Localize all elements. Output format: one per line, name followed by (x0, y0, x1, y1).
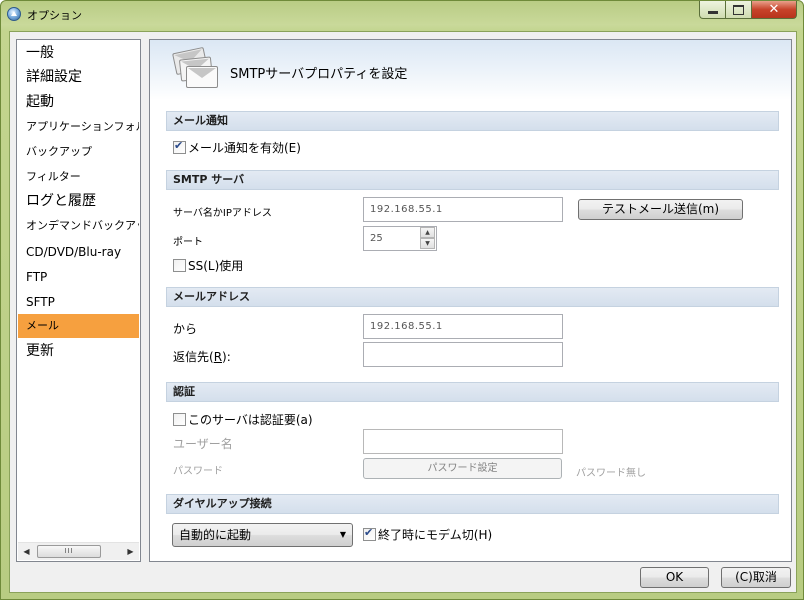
envelopes-icon (172, 46, 218, 88)
username-label: ユーザー名 (173, 437, 233, 451)
section-auth: 認証 (166, 382, 779, 402)
title-bar[interactable]: オプション ✕ (1, 1, 803, 27)
section-smtp-server: SMTP サーバ (166, 170, 779, 190)
password-label: パスワード (173, 466, 223, 477)
horizontal-scrollbar[interactable]: ◀ III ▶ (18, 542, 139, 560)
reply-to-input[interactable] (363, 342, 563, 367)
reply-to-label-post: ): (222, 350, 231, 364)
hangup-on-exit-checkbox[interactable] (363, 526, 376, 541)
maximize-button[interactable] (726, 1, 752, 19)
scroll-right-icon[interactable]: ▶ (122, 543, 139, 560)
spin-down-icon[interactable]: ▼ (420, 238, 435, 249)
from-label: から (173, 322, 198, 336)
port-spinner[interactable]: 25 ▲ ▼ (363, 226, 437, 251)
sidebar-item[interactable]: 詳細設定 (18, 65, 139, 89)
password-status: パスワード無し (576, 468, 646, 479)
username-input[interactable] (363, 429, 563, 454)
minimize-button[interactable] (699, 1, 726, 19)
options-window: オプション ✕ 一般詳細設定起動アプリケーションフォルダバックアップフィルターロ… (0, 0, 804, 600)
reply-to-label-pre: 返信先( (173, 350, 214, 364)
sidebar-item[interactable]: CD/DVD/Blu-ray (18, 240, 139, 264)
cancel-button[interactable]: (C)取消 (721, 567, 791, 588)
section-mail-address: メールアドレス (166, 287, 779, 307)
dialup-mode-value: 自動的に起動 (179, 528, 252, 542)
use-ssl-label[interactable]: SS(L)使用 (188, 257, 243, 274)
sidebar-item[interactable]: ログと履歴 (18, 189, 139, 213)
panel-header: SMTPサーバプロパティを設定 (150, 40, 791, 100)
server-address-input[interactable]: 192.168.55.1 (363, 197, 563, 222)
sidebar-item[interactable]: アプリケーションフォルダ (18, 115, 139, 139)
enable-mail-notify-label[interactable]: メール通知を有効(E) (188, 139, 301, 156)
scroll-left-icon[interactable]: ◀ (18, 543, 35, 560)
reply-to-label: 返信先(R): (173, 348, 231, 365)
dialup-mode-select[interactable]: 自動的に起動 ▼ (172, 523, 353, 547)
section-mail-notify: メール通知 (166, 111, 779, 131)
ok-button[interactable]: OK (640, 567, 709, 588)
reply-to-label-key: R (213, 350, 223, 364)
panel-title: SMTPサーバプロパティを設定 (230, 67, 408, 82)
sidebar-item[interactable]: オンデマンドバックアップ (18, 214, 139, 238)
sidebar-item[interactable]: 起動 (18, 90, 139, 114)
section-dialup: ダイヤルアップ接続 (166, 494, 779, 514)
server-address-label: サーバ名かIPアドレス (173, 208, 272, 219)
mail-settings-panel: SMTPサーバプロパティを設定 メール通知 メール通知を有効(E) SMTP サ… (149, 39, 792, 562)
sidebar-item[interactable]: SFTP (18, 290, 139, 314)
sidebar-item[interactable]: 一般 (18, 41, 139, 65)
sidebar-item[interactable]: メール (18, 314, 139, 338)
sidebar-item[interactable]: 更新 (18, 339, 139, 363)
from-address-input[interactable]: 192.168.55.1 (363, 314, 563, 339)
use-ssl-checkbox[interactable] (173, 259, 186, 272)
spin-up-icon[interactable]: ▲ (420, 227, 435, 238)
port-value[interactable]: 25 (370, 227, 383, 250)
enable-mail-notify-checkbox[interactable] (173, 139, 186, 154)
hangup-on-exit-label[interactable]: 終了時にモデム切(H) (378, 526, 492, 543)
auth-required-label[interactable]: このサーバは認証要(a) (188, 411, 313, 428)
chevron-down-icon: ▼ (339, 530, 346, 539)
auth-required-checkbox[interactable] (173, 413, 186, 426)
category-list[interactable]: 一般詳細設定起動アプリケーションフォルダバックアップフィルターログと履歴オンデマ… (16, 39, 141, 562)
window-title: オプション (27, 9, 82, 22)
set-password-button[interactable]: パスワード設定 (363, 458, 562, 479)
dialog-client-area: 一般詳細設定起動アプリケーションフォルダバックアップフィルターログと履歴オンデマ… (9, 31, 797, 593)
minimize-icon (707, 11, 718, 14)
sidebar-item[interactable]: バックアップ (18, 140, 139, 164)
window-controls: ✕ (699, 1, 797, 19)
scroll-thumb[interactable]: III (37, 545, 101, 558)
close-icon: ✕ (768, 2, 780, 17)
app-icon[interactable] (7, 7, 21, 21)
send-test-mail-button[interactable]: テストメール送信(m) (578, 199, 743, 220)
maximize-icon (733, 4, 744, 15)
sidebar-item[interactable]: FTP (18, 265, 139, 289)
close-button[interactable]: ✕ (752, 1, 797, 19)
sidebar-item[interactable]: フィルター (18, 165, 139, 189)
port-label: ポート (173, 237, 203, 248)
